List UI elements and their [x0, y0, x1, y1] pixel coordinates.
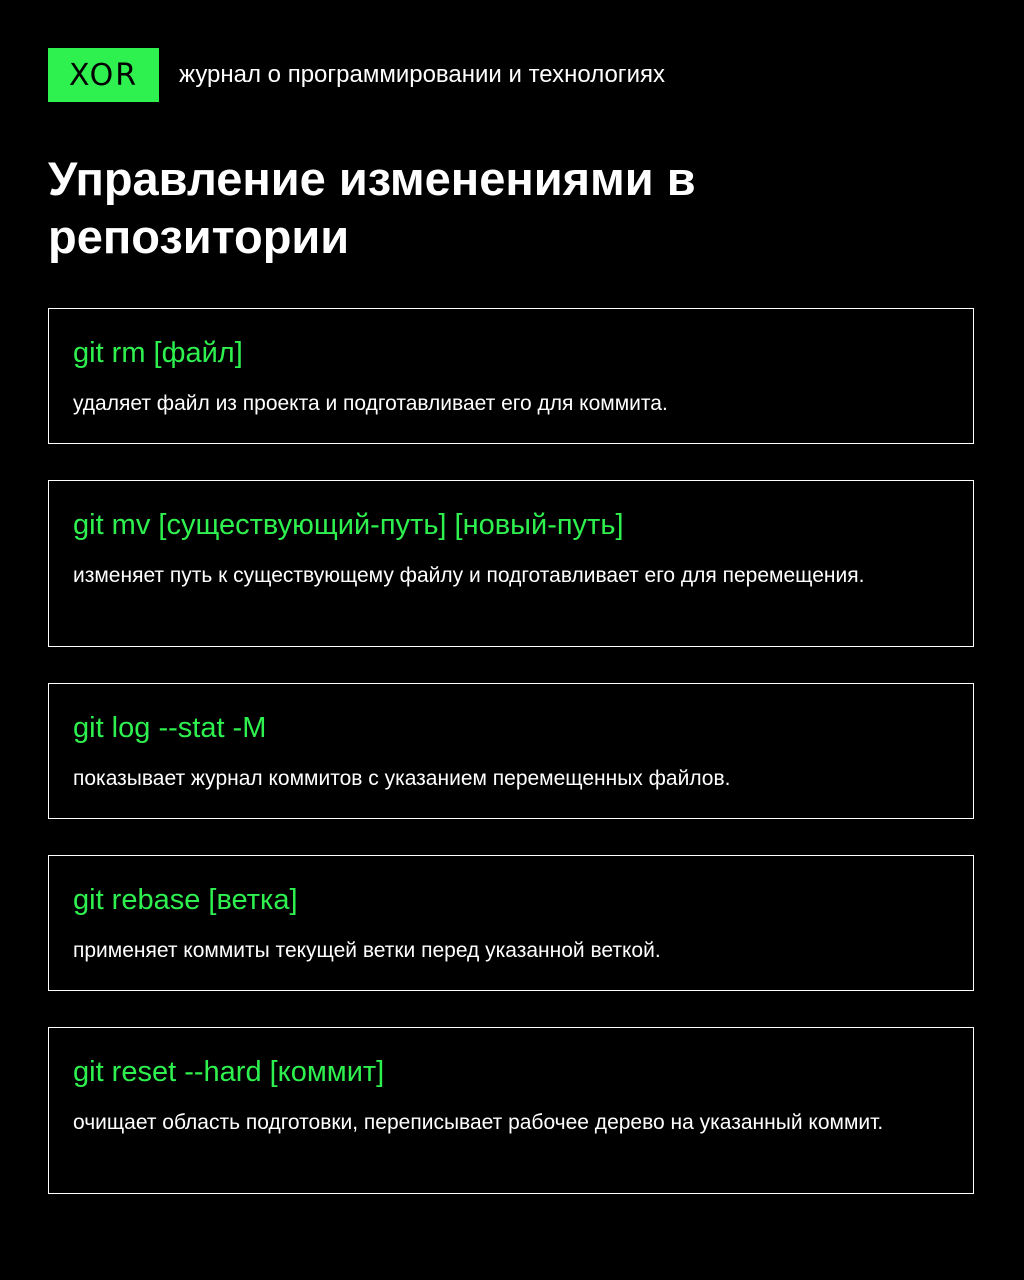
- header: XOR журнал о программировании и технолог…: [48, 48, 665, 102]
- tagline: журнал о программировании и технологиях: [179, 61, 665, 88]
- command-text: git mv [существующий-путь] [новый-путь]: [73, 509, 624, 541]
- command-card: git log --stat -M показывает журнал комм…: [48, 683, 974, 819]
- command-description: изменяет путь к существующему файлу и по…: [73, 564, 865, 587]
- command-text: git log --stat -M: [73, 712, 267, 744]
- command-card: git mv [существующий-путь] [новый-путь] …: [48, 480, 974, 647]
- command-card: git rm [файл] удаляет файл из проекта и …: [48, 308, 974, 444]
- command-text: git rm [файл]: [73, 337, 243, 369]
- command-description: показывает журнал коммитов с указанием п…: [73, 767, 731, 790]
- command-description: очищает область подготовки, переписывает…: [73, 1111, 884, 1134]
- command-card: git reset --hard [коммит] очищает област…: [48, 1027, 974, 1194]
- logo: XOR: [48, 48, 159, 102]
- command-description: удаляет файл из проекта и подготавливает…: [73, 392, 668, 415]
- command-description: применяет коммиты текущей ветки перед ук…: [73, 939, 661, 962]
- page-title: Управление изменениями в репозитории: [48, 152, 696, 263]
- command-card: git rebase [ветка] применяет коммиты тек…: [48, 855, 974, 991]
- command-text: git rebase [ветка]: [73, 884, 298, 916]
- command-text: git reset --hard [коммит]: [73, 1056, 385, 1088]
